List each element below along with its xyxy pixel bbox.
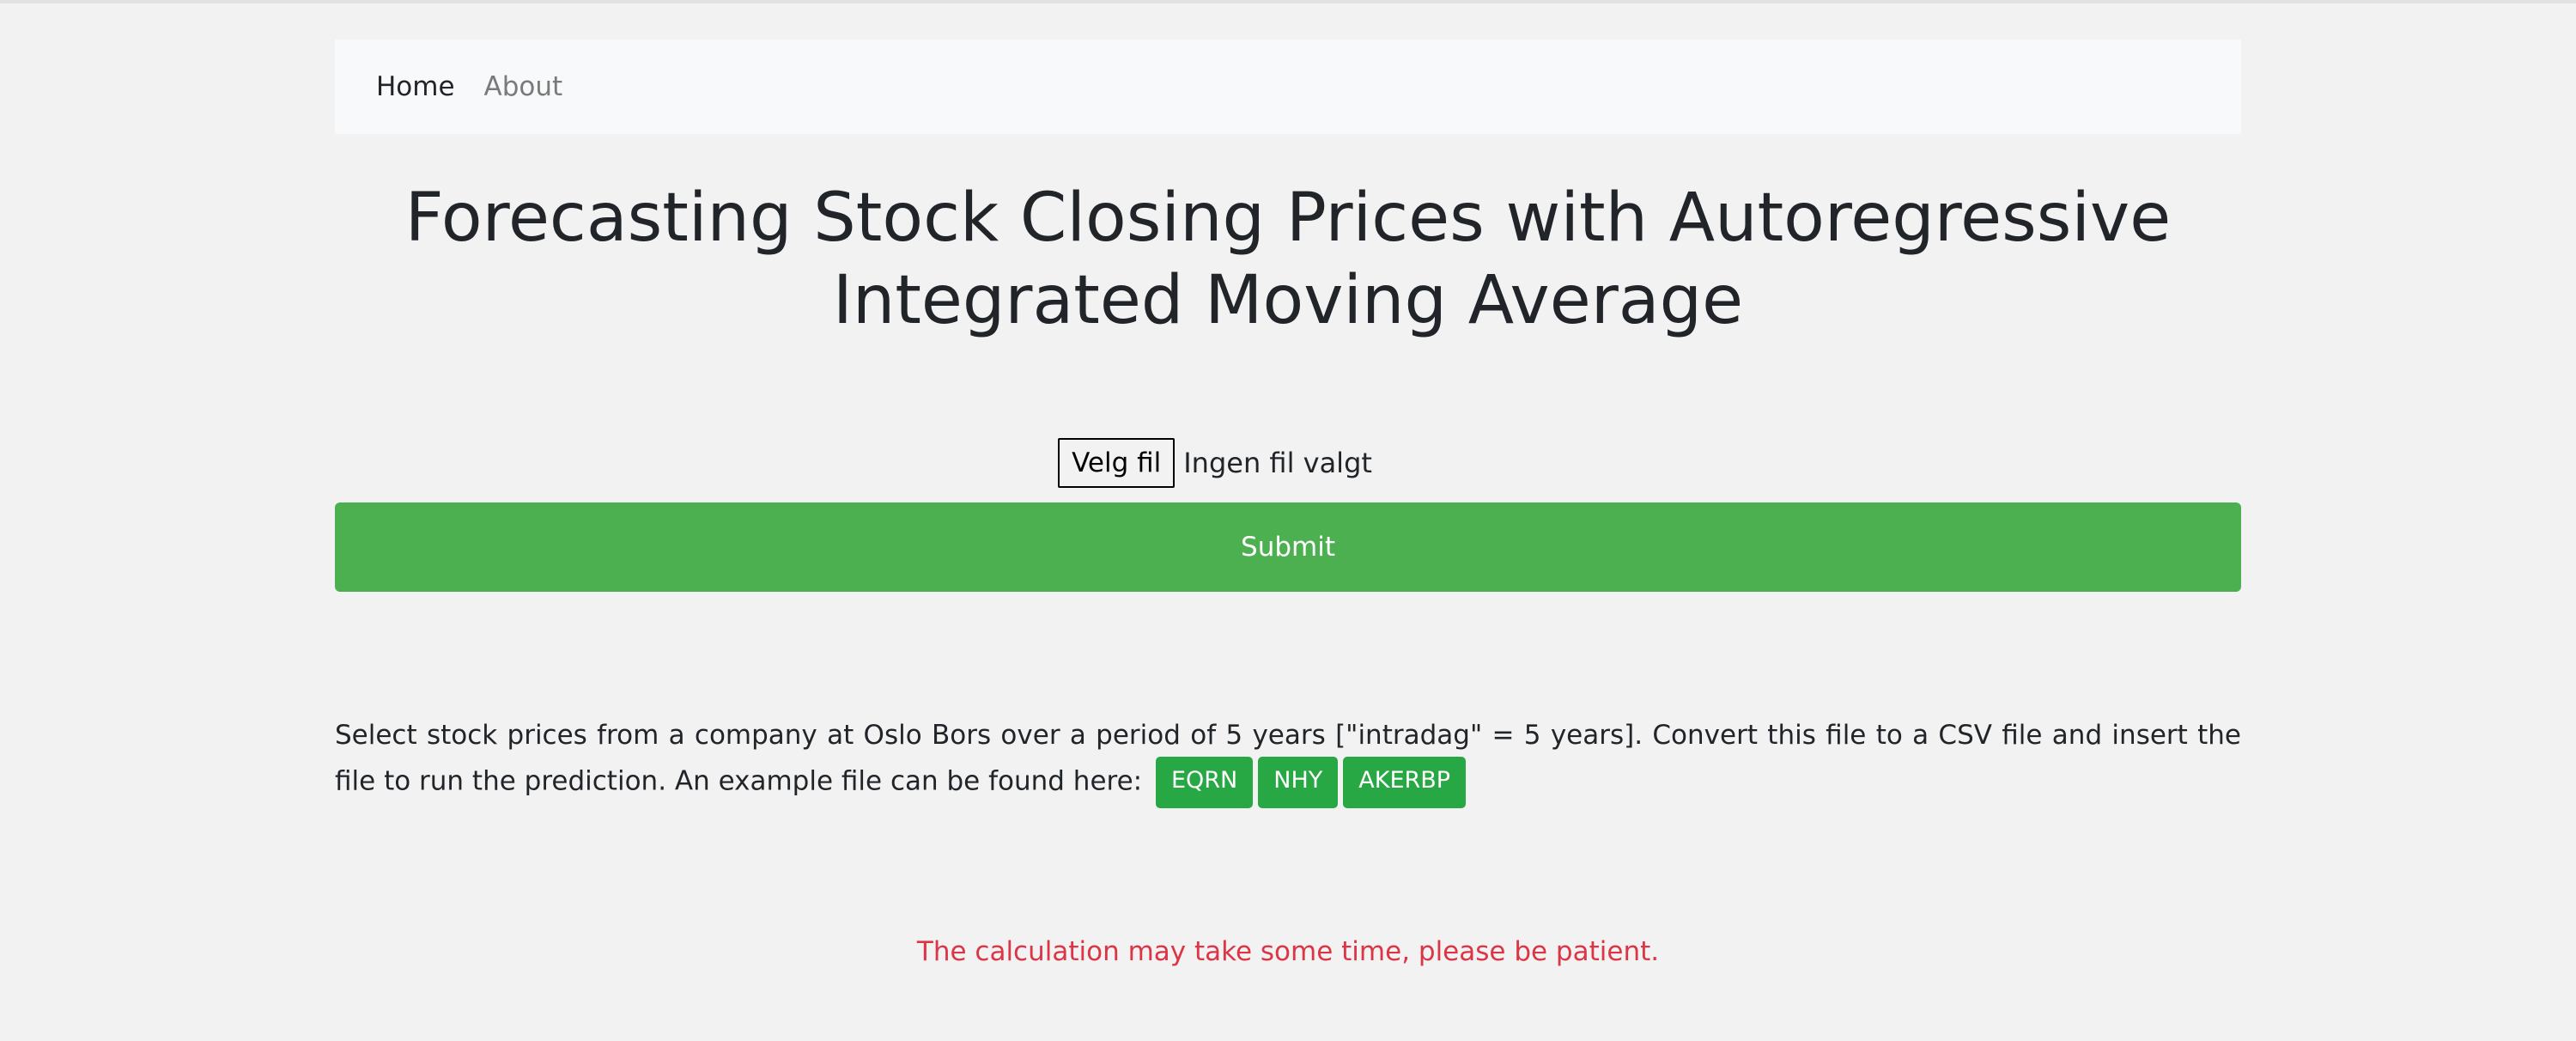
nav-link-home[interactable]: Home <box>376 71 455 102</box>
choose-file-button[interactable]: Velg fil <box>1058 438 1176 488</box>
example-file-akerbp-button[interactable]: AKERBP <box>1343 757 1467 808</box>
patience-notice: The calculation may take some time, plea… <box>916 936 1660 967</box>
file-status-text: Ingen fil valgt <box>1183 447 1372 479</box>
window-top-edge <box>0 0 2576 3</box>
file-input[interactable]: Velg fil Ingen fil valgt <box>1058 438 1372 488</box>
submit-button[interactable]: Submit <box>335 502 2241 592</box>
example-file-nhy-button[interactable]: NHY <box>1258 757 1339 808</box>
instructions-paragraph: Select stock prices from a company at Os… <box>335 714 2241 808</box>
page-title: Forecasting Stock Closing Prices with Au… <box>404 180 2172 339</box>
navbar: Home About <box>335 40 2241 134</box>
nav-link-about[interactable]: About <box>484 71 563 102</box>
file-upload-row: Velg fil Ingen fil valgt <box>0 438 2576 488</box>
example-file-eqrn-button[interactable]: EQRN <box>1155 757 1254 808</box>
